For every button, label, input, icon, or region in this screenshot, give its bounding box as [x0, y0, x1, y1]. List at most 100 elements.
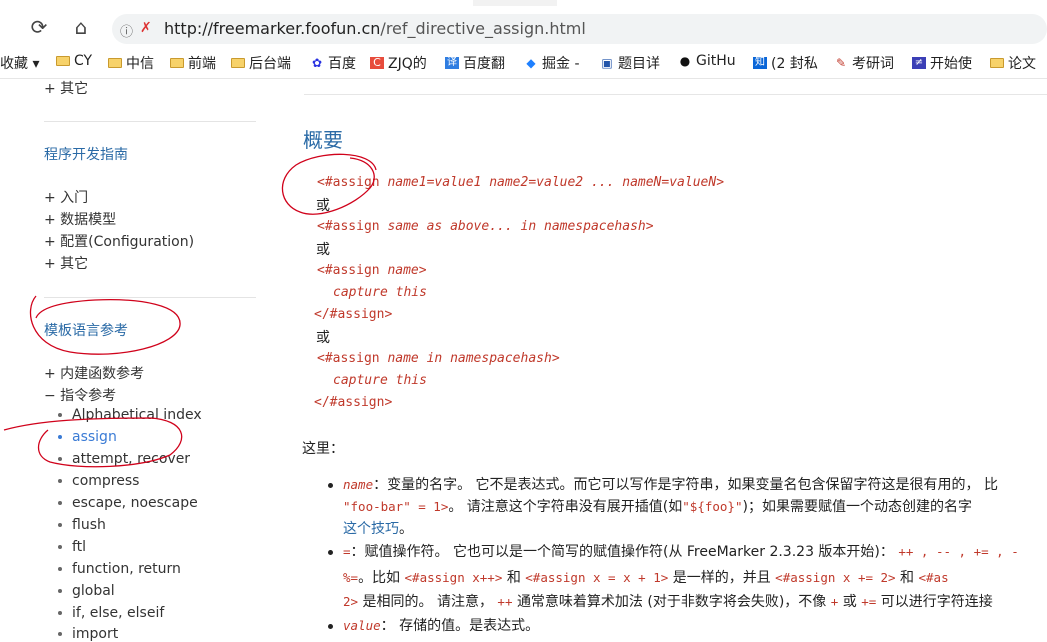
juejin-icon: ◆ [526, 56, 536, 70]
bookmark-baidu[interactable]: ✿ 百度 [310, 53, 356, 73]
bookmark-juejin[interactable]: ◆ 掘金 - [524, 53, 580, 73]
start-icon: ≠ [912, 57, 926, 69]
bookmark-kaoyan[interactable]: ✎ 考研词 [834, 53, 894, 73]
bookmark-cy[interactable]: CY [56, 53, 92, 69]
synopsis-line-2: <#assign same as above... in namespaceha… [317, 219, 654, 234]
bookmark-papers[interactable]: 论文 [990, 53, 1036, 73]
list-item-name-line2: "foo-bar" = 1>。 请注意这个字符串没有展开插值(如"${foo}"… [343, 496, 972, 518]
bookmark-favorites[interactable]: 收藏 ▾ [0, 53, 39, 73]
bookmark-label: 论文 [1008, 56, 1036, 72]
browser-toolbar: ⟳ ⌂ ⓘ ✗ http://freemarker.foofun.cn/ref_… [0, 0, 1047, 47]
bookmark-baidu-translate[interactable]: 译百度翻 [445, 53, 505, 73]
bookmark-start[interactable]: ≠ 开始使 [912, 53, 972, 73]
code-args: name1=value1 name2=value2 ... nameN=valu… [387, 175, 717, 190]
tip-link[interactable]: 这个技巧 [343, 521, 399, 537]
baidu-icon: ✿ [311, 56, 323, 70]
bookmark-label: 掘金 - [542, 56, 580, 72]
list-bullet [328, 624, 333, 629]
sidebar-item-other[interactable]: + 其它 [44, 253, 88, 273]
url-path: /ref_directive_assign.html [380, 19, 586, 38]
url-host: http://freemarker.foofun.cn [164, 19, 381, 38]
code-tag-end: > [645, 219, 654, 234]
synopsis-line-1: <#assign name1=value1 name2=value2 ... n… [317, 175, 724, 190]
site-info-icon[interactable]: ⓘ [120, 21, 133, 40]
code-inline: <#assign x++> [404, 570, 503, 585]
sidebar-item-builtins[interactable]: + 内建函数参考 [44, 363, 144, 383]
sidebar-item-other-top[interactable]: + 其它 [44, 78, 88, 98]
synopsis-line-4: <#assign name in namespacehash> [317, 351, 560, 366]
directive-link-function[interactable]: function, return [58, 561, 181, 577]
directive-label: global [72, 583, 115, 599]
address-bar[interactable]: ⓘ ✗ http://freemarker.foofun.cn/ref_dire… [112, 14, 1047, 44]
directive-label: assign [72, 429, 117, 445]
bookmark-zhongxin[interactable]: 中信 [108, 53, 154, 73]
bookmark-github[interactable]: ● GitHu [678, 53, 736, 69]
sidebar-section-template-ref[interactable]: 模板语言参考 [44, 320, 128, 340]
code-tag-end: > [716, 175, 725, 190]
bookmark-frontend[interactable]: 前端 [170, 53, 216, 73]
code-tag-end: > [418, 263, 427, 278]
directive-link-ftl[interactable]: ftl [58, 539, 86, 555]
directive-label: escape, noescape [72, 495, 198, 511]
sidebar-section-dev-guide[interactable]: 程序开发指南 [44, 144, 128, 164]
list-text: 和 [900, 570, 915, 586]
zhihu-icon: 知 [753, 57, 767, 69]
main-content: 概要 <#assign name1=value1 name2=value2 ..… [290, 78, 1047, 638]
code-tag: <#assign [317, 263, 388, 278]
word-icon: ✎ [835, 56, 847, 70]
page-title: 概要 [303, 128, 343, 152]
bookmark-zjq[interactable]: C ZJQ的 [370, 53, 427, 73]
home-icon[interactable]: ⌂ [68, 14, 94, 40]
directive-label: Alphabetical index [72, 407, 202, 423]
folder-icon [108, 58, 122, 68]
directive-link-compress[interactable]: compress [58, 473, 139, 489]
code-inline: <#assign x += 2> [775, 570, 896, 585]
list-bullet [328, 550, 333, 555]
code-inline: 2> [343, 594, 359, 609]
sidebar-item-data-model[interactable]: + 数据模型 [44, 209, 116, 229]
url-text[interactable]: http://freemarker.foofun.cn/ref_directiv… [164, 19, 586, 38]
code-inline: ++ [497, 594, 513, 609]
directive-link-alphabetical-index[interactable]: Alphabetical index [58, 407, 202, 423]
list-text: 。比如 [358, 570, 401, 586]
where-label: 这里： [302, 441, 344, 457]
not-secure-icon[interactable]: ✗ [140, 20, 152, 36]
code-args: capture this [333, 373, 427, 388]
directive-link-global[interactable]: global [58, 583, 115, 599]
list-text: 通常意味着算术加法 (对于非数字将会失败)，不像 [516, 594, 827, 610]
directive-label: attempt, recover [72, 451, 191, 467]
directive-link-if[interactable]: if, else, elseif [58, 605, 164, 621]
sidebar-item-configuration[interactable]: + 配置(Configuration) [44, 231, 194, 251]
bookmarks-bar: 收藏 ▾ CY 中信 前端 后台端 ✿ 百度 C ZJQ的 译百度翻 ◆ 掘金 - ▣… [0, 46, 1047, 79]
bookmark-backend[interactable]: 后台端 [231, 53, 291, 73]
code-tag: <#assign [317, 351, 388, 366]
synopsis-line-3: <#assign name> [317, 263, 427, 278]
directive-link-flush[interactable]: flush [58, 517, 106, 533]
bookmark-label: 考研词 [852, 56, 894, 72]
sidebar-item-getting-started[interactable]: + 入门 [44, 187, 88, 207]
list-text: ：赋值操作符。 它也可以是一个简写的赋值操作符(从 FreeMarker 2.3… [350, 544, 894, 560]
bookmark-question[interactable]: ▣ 题目详 [600, 53, 660, 73]
list-text: )；如果需要赋值一个动态创建的名字 [742, 499, 972, 515]
code-inline: = [343, 544, 351, 559]
reload-icon[interactable]: ⟳ [26, 14, 52, 40]
question-icon: ▣ [601, 56, 613, 70]
directive-label: if, else, elseif [72, 605, 165, 621]
translate-icon: 译 [445, 57, 459, 69]
sidebar-item-directives[interactable]: − 指令参考 [44, 385, 116, 405]
sidebar-divider [44, 121, 256, 122]
or-text: 或 [316, 330, 330, 346]
active-tab-edge[interactable] [473, 0, 557, 6]
list-text: 。 请注意这个字符串没有展开插值(如 [448, 499, 683, 515]
bookmark-zhihu[interactable]: 知 (2 封私 [753, 53, 818, 73]
directive-link-attempt[interactable]: attempt, recover [58, 451, 190, 467]
directive-link-escape[interactable]: escape, noescape [58, 495, 198, 511]
bookmark-label: CY [74, 53, 93, 69]
list-item-assign-op-line3: 2> 是相同的。 请注意， ++ 通常意味着算术加法 (对于非数字将会失败)，不… [343, 591, 993, 613]
bullet-dot [58, 589, 62, 593]
directive-link-assign[interactable]: assign [58, 429, 117, 445]
list-text: ： 存储的值。是表达式。 [380, 618, 540, 634]
directive-link-import[interactable]: import [58, 626, 118, 642]
code-tag: <#assign [317, 175, 388, 190]
bullet-dot [58, 632, 62, 636]
